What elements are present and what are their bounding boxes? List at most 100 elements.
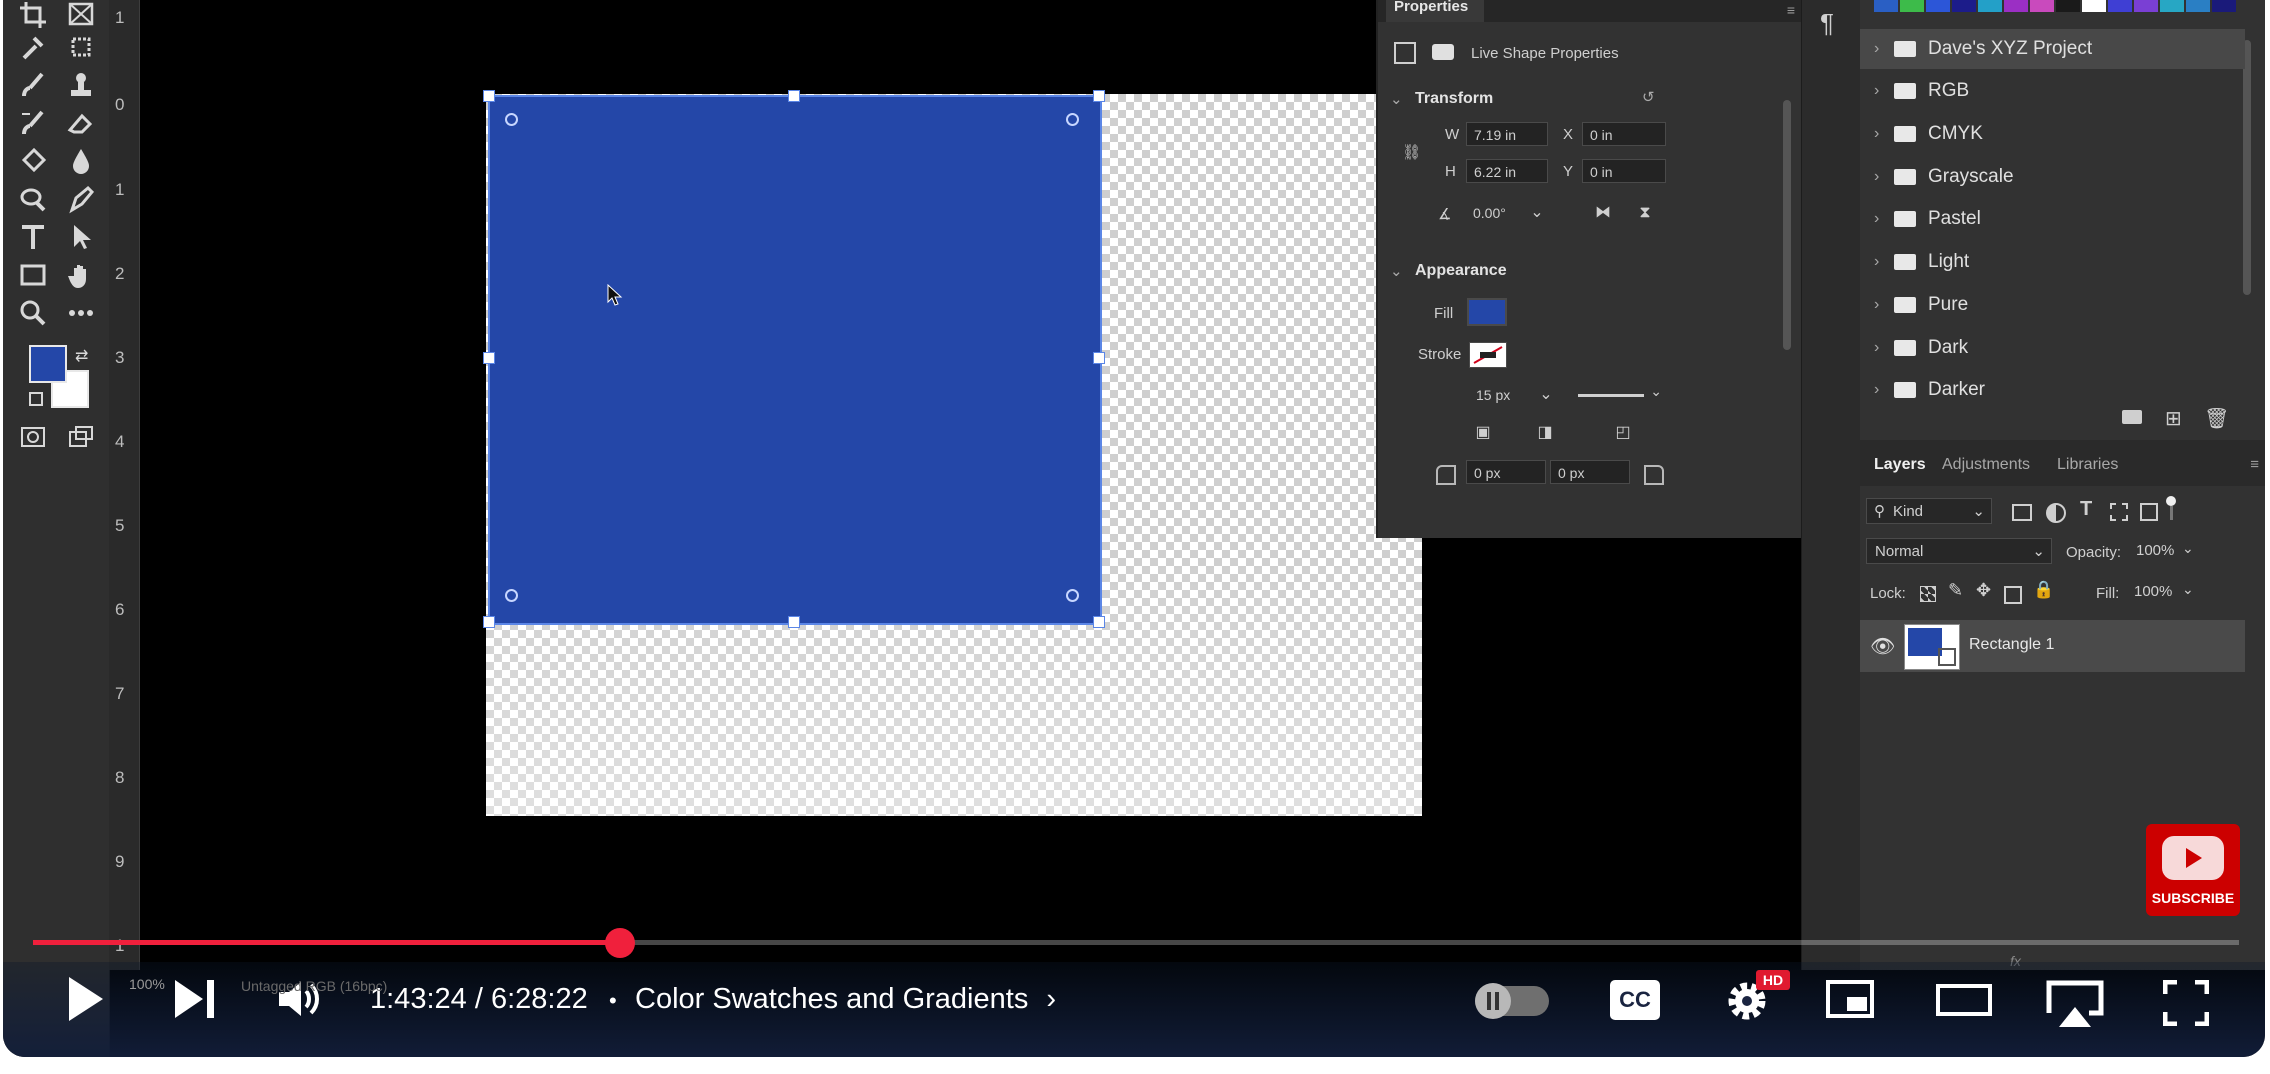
smart-object-filter-icon[interactable] xyxy=(2140,503,2158,521)
corner-radius-handle[interactable] xyxy=(1066,589,1079,602)
pen-tool-icon[interactable] xyxy=(61,184,101,214)
swatch-color-chip[interactable] xyxy=(2030,0,2054,12)
spot-healing-tool-icon[interactable] xyxy=(61,32,101,62)
next-video-icon[interactable] xyxy=(173,978,217,1025)
blend-mode-select[interactable]: Normal ⌄ xyxy=(1866,538,2052,564)
rectangle-tool-icon[interactable] xyxy=(13,260,53,290)
rectangle-shape-layer[interactable] xyxy=(488,95,1102,625)
lock-position-icon[interactable]: ✥ xyxy=(1976,580,1991,601)
stroke-color-swatch[interactable] xyxy=(1469,342,1507,368)
swatch-folder[interactable]: › Dark xyxy=(1860,328,2245,368)
transform-handle[interactable] xyxy=(483,90,495,102)
clone-stamp-tool-icon[interactable] xyxy=(61,70,101,100)
y-field[interactable]: 0 in xyxy=(1582,159,1666,183)
chapter-title-button[interactable]: Color Swatches and Gradients › xyxy=(635,983,1056,1016)
type-filter-icon[interactable]: T xyxy=(2080,498,2092,521)
swap-colors-icon[interactable]: ⇄ xyxy=(75,346,88,366)
captions-cc-icon[interactable]: CC xyxy=(1610,980,1660,1020)
swatch-color-chip[interactable] xyxy=(1900,0,1924,12)
video-frame[interactable]: ⇄ 1 0 1 2 3 4 5 6 7 8 9 1 Properties ≡ L… xyxy=(3,0,2265,1057)
type-tool-icon[interactable] xyxy=(13,222,53,252)
lock-pixels-icon[interactable]: ✎ xyxy=(1948,580,1963,601)
hand-tool-icon[interactable] xyxy=(61,260,101,290)
swatch-color-chip[interactable] xyxy=(1926,0,1950,12)
lock-artboard-icon[interactable] xyxy=(2004,586,2022,604)
stroke-join-icon[interactable]: ◰ xyxy=(1610,421,1636,445)
swatch-color-chip[interactable] xyxy=(2134,0,2158,12)
swatch-folder[interactable]: › RGB xyxy=(1860,71,2245,111)
eyedropper-tool-icon[interactable] xyxy=(13,32,53,62)
swatch-color-chip[interactable] xyxy=(2082,0,2106,12)
tab-properties[interactable]: Properties xyxy=(1386,0,1484,22)
shape-filter-icon[interactable] xyxy=(2110,503,2128,521)
swatch-folder[interactable]: › CMYK xyxy=(1860,114,2245,154)
transform-handle[interactable] xyxy=(483,352,495,364)
swatch-color-chip[interactable] xyxy=(2212,0,2236,12)
corner-radius-field[interactable]: 0 px xyxy=(1466,460,1546,484)
height-field[interactable]: 6.22 in xyxy=(1466,159,1548,183)
eraser-tool-icon[interactable] xyxy=(61,108,101,138)
swatch-color-chip[interactable] xyxy=(1978,0,2002,12)
reset-icon[interactable]: ↺ xyxy=(1642,88,1655,106)
adjustment-filter-icon[interactable] xyxy=(2046,503,2066,523)
swatch-color-chip[interactable] xyxy=(2004,0,2028,12)
transform-handle[interactable] xyxy=(483,616,495,628)
width-field[interactable]: 7.19 in xyxy=(1466,122,1548,146)
crop-tool-icon[interactable] xyxy=(13,0,53,30)
transform-handle[interactable] xyxy=(1093,616,1105,628)
stroke-width-field[interactable]: 15 px xyxy=(1469,383,1539,407)
panel-menu-icon[interactable]: ≡ xyxy=(1787,2,1795,18)
x-field[interactable]: 0 in xyxy=(1582,122,1666,146)
autoplay-toggle[interactable] xyxy=(1475,983,1549,1019)
opacity-field[interactable]: 100% xyxy=(2128,538,2178,564)
brush-tool-icon[interactable] xyxy=(13,70,53,100)
play-icon[interactable] xyxy=(65,975,105,1028)
flip-vertical-icon[interactable]: ⧗ xyxy=(1632,201,1658,225)
chevron-down-icon[interactable]: ⌄ xyxy=(2182,581,2194,598)
layer-name[interactable]: Rectangle 1 xyxy=(1969,636,2054,654)
swatch-folder[interactable]: › Pastel xyxy=(1860,199,2245,239)
corner-radius-field[interactable]: 0 px xyxy=(1550,460,1630,484)
new-group-icon[interactable] xyxy=(2122,410,2142,424)
stroke-style-select[interactable]: ⌄ xyxy=(1570,383,1662,407)
dodge-tool-icon[interactable] xyxy=(13,184,53,214)
more-tools-icon[interactable] xyxy=(61,298,101,328)
cast-icon[interactable] xyxy=(2043,977,2107,1034)
tab-libraries[interactable]: Libraries xyxy=(2057,456,2118,474)
miniplayer-icon[interactable] xyxy=(1826,980,1874,1018)
fullscreen-icon[interactable] xyxy=(2162,979,2210,1031)
lock-transparency-icon[interactable] xyxy=(1920,586,1936,602)
lock-all-icon[interactable]: 🔒 xyxy=(2033,580,2054,600)
frame-tool-icon[interactable] xyxy=(61,0,101,30)
subscribe-button[interactable]: SUBSCRIBE xyxy=(2146,824,2240,916)
stroke-align-icon[interactable]: ▣ xyxy=(1470,421,1496,445)
progress-scrubber[interactable] xyxy=(604,928,635,958)
chevron-down-icon[interactable]: ⌄ xyxy=(1390,90,1403,108)
chevron-down-icon[interactable]: ⌄ xyxy=(1524,201,1550,225)
swatch-color-chip[interactable] xyxy=(2160,0,2184,12)
swatch-folder[interactable]: › Dave's XYZ Project xyxy=(1860,29,2245,69)
chevron-down-icon[interactable]: ⌄ xyxy=(2182,540,2194,557)
default-colors-icon[interactable] xyxy=(29,392,43,406)
tab-adjustments[interactable]: Adjustments xyxy=(1942,456,2030,474)
swatch-color-chip[interactable] xyxy=(1952,0,1976,12)
transform-handle[interactable] xyxy=(1093,352,1105,364)
new-swatch-icon[interactable]: ⊞ xyxy=(2165,406,2182,431)
transform-handle[interactable] xyxy=(788,616,800,628)
transform-handle[interactable] xyxy=(1093,90,1105,102)
properties-scrollbar[interactable] xyxy=(1783,100,1791,350)
paint-bucket-tool-icon[interactable] xyxy=(13,146,53,176)
swatch-folder[interactable]: › Darker xyxy=(1860,370,2245,400)
layer-filter-select[interactable]: ⚲ Kind ⌄ xyxy=(1866,498,1992,524)
quick-mask-icon[interactable] xyxy=(13,422,53,452)
swatch-color-chip[interactable] xyxy=(1874,0,1898,12)
layer-row[interactable]: 👁 Rectangle 1 xyxy=(1860,620,2245,672)
blur-tool-icon[interactable] xyxy=(61,146,101,176)
tab-layers[interactable]: Layers xyxy=(1874,456,1926,474)
stroke-cap-icon[interactable]: ◨ xyxy=(1532,421,1558,445)
swatch-folder[interactable]: › Grayscale xyxy=(1860,157,2245,197)
swatch-color-chip[interactable] xyxy=(2186,0,2210,12)
chevron-down-icon[interactable]: ⌄ xyxy=(1533,383,1559,407)
corner-radius-handle[interactable] xyxy=(505,589,518,602)
transform-heading[interactable]: Transform xyxy=(1415,90,1493,108)
